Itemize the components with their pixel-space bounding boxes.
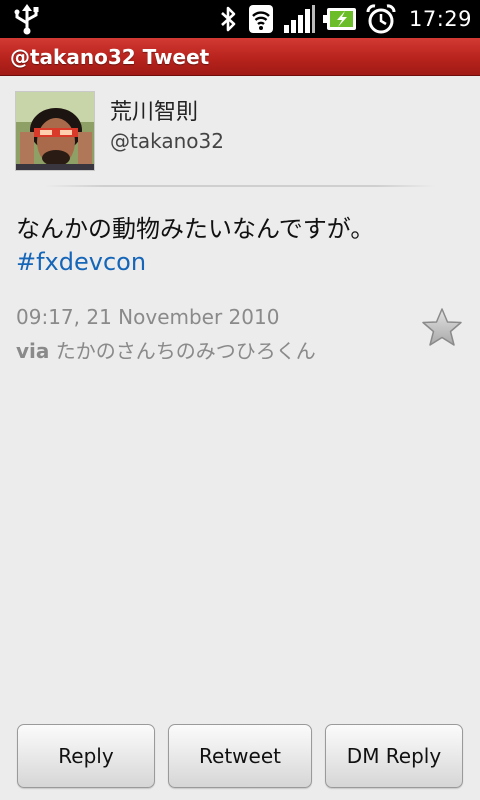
tweet-text: なんかの動物みたいなんですが。 #fxdevcon — [16, 213, 466, 279]
page-title: @takano32 Tweet — [10, 45, 210, 69]
hashtag-link[interactable]: #fxdevcon — [16, 246, 466, 279]
via-label: via — [16, 339, 50, 363]
dm-reply-button[interactable]: DM Reply — [325, 724, 463, 788]
favorite-star-icon[interactable] — [420, 307, 464, 349]
usb-icon — [12, 3, 42, 35]
alarm-icon — [365, 3, 397, 35]
screen-name[interactable]: @takano32 — [110, 129, 224, 153]
title-bar: @takano32 Tweet — [0, 38, 480, 76]
tweet-body: なんかの動物みたいなんですが。 — [16, 215, 375, 243]
signal-icon — [283, 3, 315, 35]
source-name: たかのさんちのみつひろくん — [55, 339, 316, 363]
wifi-icon — [247, 3, 275, 35]
divider — [45, 185, 435, 187]
display-name: 荒川智則 — [110, 100, 199, 125]
battery-charging-icon — [322, 5, 357, 33]
retweet-button[interactable]: Retweet — [168, 724, 312, 788]
status-bar: 17:29 — [0, 0, 480, 38]
bluetooth-icon — [217, 4, 239, 34]
reply-button[interactable]: Reply — [17, 724, 155, 788]
tweet-timestamp: 09:17, 21 November 2010 — [16, 305, 280, 329]
avatar[interactable] — [15, 91, 95, 171]
tweet-source: via たかのさんちのみつひろくん — [16, 335, 316, 364]
clock-time: 17:29 — [408, 7, 472, 31]
